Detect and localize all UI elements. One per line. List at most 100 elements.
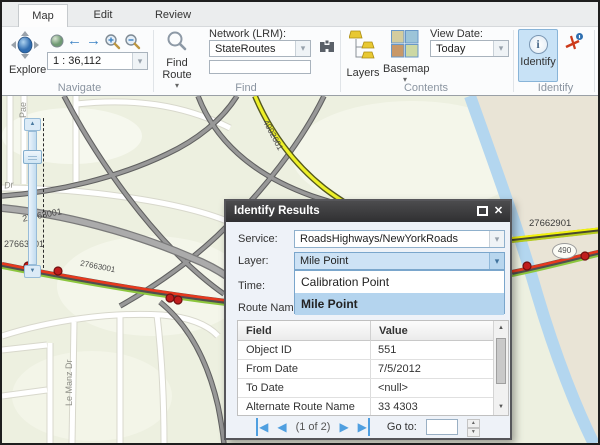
zoom-slider-up-icon[interactable]: ▲: [24, 118, 41, 131]
scale-combobox[interactable]: 1 : 36,112 ▾: [47, 52, 148, 70]
group-label-find: Find: [153, 82, 339, 94]
map-canvas[interactable]: 27663001 27663101 27663001 4902601 27662…: [2, 95, 598, 443]
route-input[interactable]: [209, 60, 311, 74]
column-divider: [370, 341, 371, 359]
dialog-titlebar[interactable]: Identify Results ✕: [226, 201, 510, 222]
goto-input[interactable]: [426, 419, 458, 435]
view-date-dropdown-arrow-icon[interactable]: ▾: [493, 41, 508, 56]
explore-button[interactable]: Explore: [9, 31, 45, 75]
column-divider: [370, 398, 371, 416]
table-scrollbar[interactable]: ▲ ▼: [493, 321, 508, 415]
cell-value: 551: [370, 341, 493, 360]
goto-spinner[interactable]: ▲ ▼: [467, 419, 480, 436]
identify-label: Identify: [519, 56, 557, 68]
table-row: From Date 7/5/2012: [238, 360, 493, 379]
zoom-slider[interactable]: ▲ ▼: [23, 118, 43, 278]
close-icon[interactable]: ✕: [492, 203, 505, 219]
last-page-icon[interactable]: ▶: [358, 418, 370, 436]
table-header: Field Value: [238, 321, 493, 341]
app-window: Map Edit Review Explore ← →: [0, 0, 600, 445]
spinner-down-icon[interactable]: ▼: [467, 428, 480, 437]
column-divider: [370, 360, 371, 378]
cell-field: Object ID: [238, 341, 370, 360]
identify-route-location-icon[interactable]: [563, 32, 585, 52]
layer-combobox[interactable]: Mile Point ▾: [294, 252, 505, 270]
route-shield: 490: [552, 243, 577, 259]
service-dropdown-arrow-icon[interactable]: ▾: [489, 231, 504, 247]
view-date-label: View Date:: [430, 28, 483, 40]
scroll-up-icon[interactable]: ▲: [495, 322, 507, 335]
network-lrm-label: Network (LRM):: [209, 28, 286, 40]
previous-extent-icon[interactable]: ←: [67, 32, 82, 49]
find-route-magnifier-icon: [166, 30, 188, 52]
page-status: (1 of 2): [296, 421, 331, 433]
route-label: 27662901: [529, 218, 571, 229]
tab-edit[interactable]: Edit: [68, 4, 138, 27]
identify-icon: i: [529, 35, 548, 54]
table-row: To Date <null>: [238, 379, 493, 398]
zoom-slider-down-icon[interactable]: ▼: [24, 265, 41, 278]
explore-pad-icon: [9, 31, 41, 59]
next-page-icon[interactable]: ▶: [339, 418, 348, 436]
first-page-icon[interactable]: ◀: [256, 418, 268, 436]
zoom-out-icon[interactable]: [124, 33, 142, 51]
cell-value: <null>: [370, 379, 493, 398]
column-header-value: Value: [370, 321, 493, 341]
dropdown-option-calibration-point[interactable]: Calibration Point: [295, 271, 504, 293]
service-combobox[interactable]: RoadsHighways/NewYorkRoads ▾: [294, 230, 505, 248]
group-label-contents: Contents: [340, 82, 512, 94]
street-label: Dr: [3, 179, 14, 190]
scrollbar-thumb[interactable]: [496, 338, 506, 384]
network-value: StateRoutes: [210, 43, 295, 55]
find-route-label-1: Find: [158, 57, 196, 69]
pagination-bar: ◀ ◀ (1 of 2) ▶ ▶ Go to: ▲ ▼: [226, 417, 510, 437]
spinner-up-icon[interactable]: ▲: [467, 419, 480, 428]
layer-value: Mile Point: [295, 255, 489, 267]
attributes-table: Field Value Object ID 551 From Date 7/5/…: [237, 320, 509, 416]
basemap-button[interactable]: Basemap ▾: [383, 30, 427, 86]
scale-dropdown-arrow-icon[interactable]: ▾: [132, 53, 147, 69]
tab-map[interactable]: Map: [18, 4, 68, 27]
group-separator: [594, 30, 595, 92]
layers-button[interactable]: Layers: [345, 30, 381, 78]
full-extent-globe-icon[interactable]: [50, 34, 64, 48]
identify-button[interactable]: i Identify: [518, 29, 558, 82]
layer-dropdown-list: Calibration Point Mile Point: [294, 270, 505, 314]
layers-label: Layers: [345, 67, 381, 79]
tab-review[interactable]: Review: [138, 4, 208, 27]
ribbon: Map Edit Review Explore ← →: [2, 2, 598, 95]
dropdown-option-mile-point[interactable]: Mile Point: [295, 293, 504, 315]
cell-field: Alternate Route Name: [238, 398, 370, 416]
previous-page-icon[interactable]: ◀: [277, 418, 286, 436]
explore-label: Explore: [9, 64, 45, 76]
layers-icon: [349, 30, 377, 62]
group-label-navigate: Navigate: [7, 82, 152, 94]
find-route-button[interactable]: Find Route ▾: [158, 30, 196, 82]
network-dropdown-arrow-icon[interactable]: ▾: [295, 41, 310, 56]
goto-label: Go to:: [387, 421, 417, 433]
tab-bar: Map Edit Review: [2, 2, 598, 27]
zoom-slider-ticks: [43, 118, 44, 268]
layer-dropdown-arrow-icon[interactable]: ▾: [489, 253, 504, 269]
scroll-down-icon[interactable]: ▼: [495, 401, 507, 414]
view-date-combobox[interactable]: Today ▾: [430, 40, 509, 57]
cell-field: From Date: [238, 360, 370, 379]
group-label-identify: Identify: [513, 82, 598, 94]
street-label: Pae: [18, 102, 28, 118]
zoom-slider-thumb[interactable]: [23, 150, 42, 164]
table-row: Alternate Route Name 33 4303: [238, 398, 493, 416]
zoom-in-icon[interactable]: [104, 33, 122, 51]
column-divider: [370, 379, 371, 397]
view-date-value: Today: [431, 43, 493, 55]
time-label: Time:: [238, 280, 265, 292]
basemap-icon: [391, 30, 419, 58]
binoculars-icon[interactable]: [318, 39, 336, 55]
service-value: RoadsHighways/NewYorkRoads: [295, 233, 489, 245]
network-combobox[interactable]: StateRoutes ▾: [209, 40, 311, 57]
dialog-title: Identify Results: [234, 205, 320, 217]
basemap-label: Basemap: [383, 63, 427, 75]
street-label: Le Manz Dr: [64, 359, 74, 406]
table-row: Object ID 551: [238, 341, 493, 360]
next-extent-icon[interactable]: →: [86, 32, 101, 49]
maximize-icon[interactable]: [477, 206, 488, 216]
